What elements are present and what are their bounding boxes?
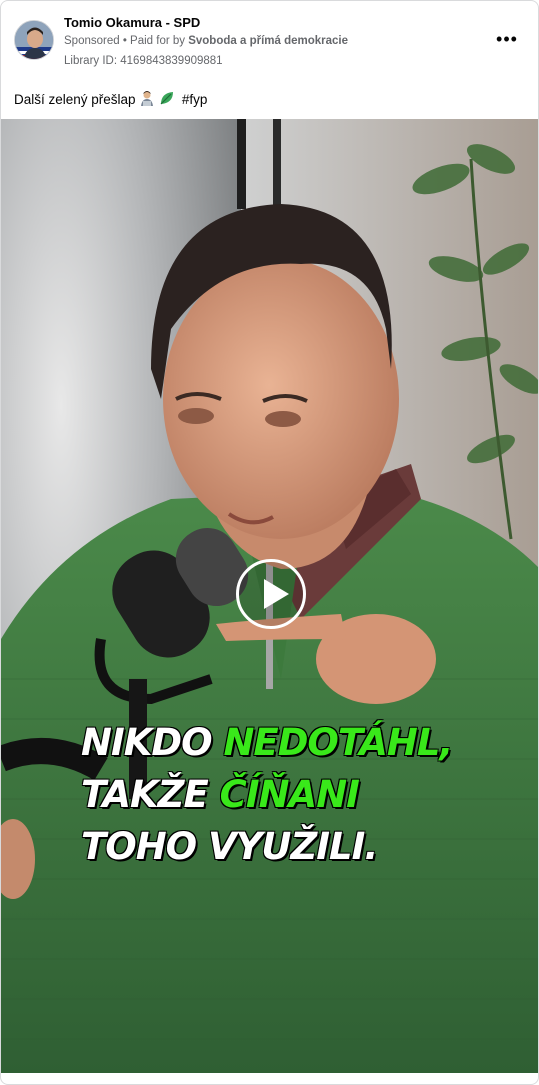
caption-overlay: toho využili. [81,828,481,865]
man-technologist-emoji-icon [139,90,155,109]
post-caption: Další zelený přešlap #fyp [14,90,207,109]
ad-card: Tomio Okamura - SPD Sponsored • Paid for… [0,0,539,1085]
overlay-line-2-green: Číňani [219,773,360,816]
sponsored-line: Sponsored • Paid for by Svoboda a přímá … [64,35,348,47]
play-button-icon[interactable] [236,559,306,629]
caption-text: Další zelený přešlap [14,92,136,107]
post-header: Tomio Okamura - SPD Sponsored • Paid for… [1,1,538,81]
overlay-line-1-green: nedotáhl, [223,721,453,764]
overlay-line-2-white: takže [81,773,220,816]
sponsored-label: Sponsored [64,35,120,47]
caption-overlay: Nikdo nedotáhl, [81,724,481,761]
leaf-emoji-icon [159,90,175,109]
overlay-line-1-white: Nikdo [81,721,224,764]
meta-separator: • [119,35,131,47]
caption-hashtag[interactable]: #fyp [182,92,208,107]
page-name[interactable]: Tomio Okamura - SPD [64,15,200,30]
caption-overlay: takže Číňani [81,776,481,813]
video-player[interactable]: Nikdo nedotáhl, takže Číňani toho využil… [1,119,538,1073]
page-avatar[interactable] [14,20,54,60]
paid-for-prefix: Paid for by [130,35,189,47]
library-id: Library ID: 4169843839909881 [64,55,223,67]
overlay-line-3-white: toho využili. [81,825,378,868]
paid-for-name[interactable]: Svoboda a přímá demokracie [188,35,348,47]
more-options-icon[interactable]: ••• [495,30,519,49]
